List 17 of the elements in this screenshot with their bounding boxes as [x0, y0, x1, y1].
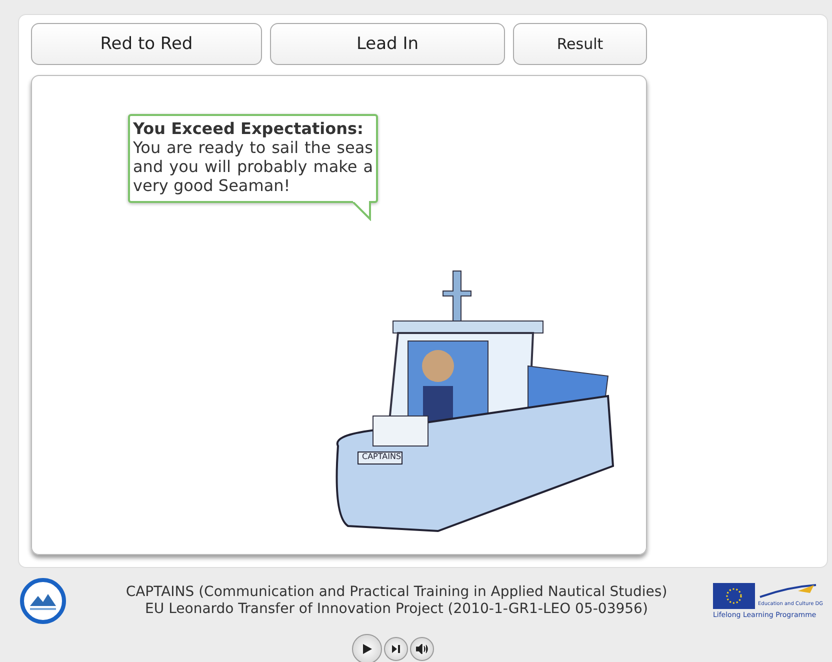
speaker-icon	[416, 644, 428, 654]
feedback-heading: You Exceed Expectations:	[133, 120, 364, 138]
play-button[interactable]	[352, 634, 382, 662]
boat-name-plate: CAPTAINS	[362, 452, 402, 461]
project-credit-line: CAPTAINS (Communication and Practical Training in Applied Nautical Studies)	[124, 584, 668, 601]
tab[interactable]: Red to Red	[31, 23, 262, 65]
tab[interactable]: Result	[513, 23, 647, 65]
swoosh-logo-icon	[758, 583, 818, 601]
project-credit-line: EU Leonardo Transfer of Innovation Project (2010-1-GR1-LEO 05-03956)	[144, 601, 649, 618]
skip-button[interactable]	[384, 637, 408, 661]
project-logo-icon	[20, 578, 66, 624]
skip-icon	[391, 644, 401, 654]
tab[interactable]: Lead In	[270, 23, 505, 65]
play-icon	[361, 643, 373, 655]
feedback-message: You are ready to sail the seas and you will probably make a very good Seaman!	[133, 138, 373, 195]
sound-button[interactable]	[410, 637, 434, 661]
eu-flag-icon	[713, 583, 755, 609]
